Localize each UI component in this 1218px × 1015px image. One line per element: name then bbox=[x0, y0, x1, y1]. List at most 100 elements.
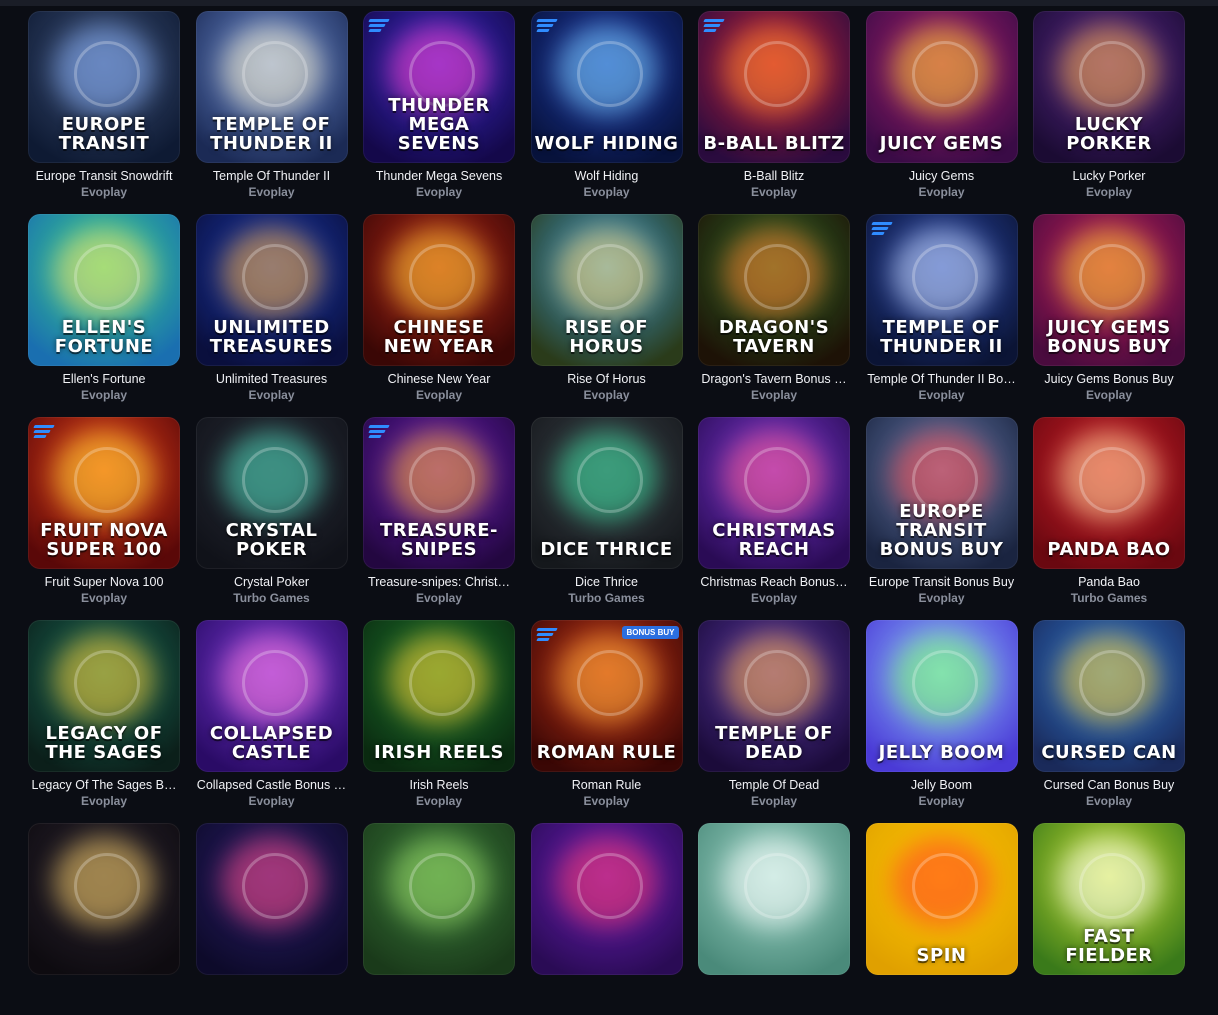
game-thumbnail[interactable]: JUICY GEMS BONUS BUY bbox=[1033, 214, 1185, 366]
game-thumbnail[interactable]: RISE OF HORUS bbox=[530, 214, 683, 366]
game-thumbnail[interactable]: DRAGON'S TAVERN bbox=[698, 214, 850, 366]
game-title[interactable]: Dice Thrice bbox=[531, 575, 683, 590]
game-thumbnail[interactable]: LEGACY OF THE SAGES bbox=[28, 620, 180, 772]
game-card[interactable]: DICE THRICE Dice Thrice Turbo Games bbox=[530, 417, 683, 609]
game-title[interactable]: Temple Of Dead bbox=[698, 778, 850, 793]
game-card[interactable]: FRUIT NOVA SUPER 100 Fruit Super Nova 100… bbox=[28, 417, 180, 609]
game-thumbnail[interactable]: CURSED CAN bbox=[1033, 620, 1185, 772]
game-card[interactable]: CRYSTAL POKER Crystal Poker Turbo Games bbox=[195, 417, 348, 609]
game-thumbnail[interactable]: TREASURE-SNIPES bbox=[363, 417, 515, 569]
game-title[interactable]: Legacy Of The Sages B… bbox=[28, 778, 180, 793]
game-card[interactable]: EUROPE TRANSIT BONUS BUY Europe Transit B… bbox=[865, 417, 1018, 609]
game-thumbnail[interactable]: CRYSTAL POKER bbox=[195, 417, 348, 569]
game-thumbnail[interactable]: JUICY GEMS bbox=[865, 11, 1018, 163]
game-title[interactable]: Panda Bao bbox=[1033, 575, 1185, 590]
game-title[interactable]: Treasure-snipes: Christ… bbox=[363, 575, 515, 590]
game-provider: Evoplay bbox=[80, 388, 128, 402]
game-thumbnail[interactable]: TEMPLE OF THUNDER II bbox=[865, 214, 1018, 366]
game-thumbnail[interactable]: IRISH REELS bbox=[363, 620, 515, 772]
game-title[interactable]: Chinese New Year bbox=[363, 372, 515, 387]
game-card[interactable] bbox=[28, 823, 180, 1015]
game-title[interactable]: Rise Of Horus bbox=[531, 372, 683, 387]
game-title[interactable]: Europe Transit Bonus Buy bbox=[866, 575, 1018, 590]
game-card[interactable]: CHINESE NEW YEAR Chinese New Year Evoplay bbox=[363, 214, 515, 406]
game-thumbnail[interactable]: COLLAPSED CASTLE bbox=[195, 620, 348, 772]
game-thumbnail[interactable]: BONUS BUY ROMAN RULE bbox=[530, 620, 683, 772]
game-title[interactable]: B-Ball Blitz bbox=[698, 169, 850, 184]
game-title[interactable]: Christmas Reach Bonus… bbox=[698, 575, 850, 590]
game-card[interactable]: TREASURE-SNIPES Treasure-snipes: Christ… E… bbox=[363, 417, 515, 609]
game-thumbnail[interactable]: B-BALL BLITZ bbox=[698, 11, 850, 163]
game-thumbnail[interactable] bbox=[28, 823, 180, 975]
game-card[interactable]: IRISH REELS Irish Reels Evoplay bbox=[363, 620, 515, 812]
game-title[interactable]: Ellen's Fortune bbox=[28, 372, 180, 387]
game-card[interactable] bbox=[698, 823, 850, 1015]
game-card[interactable]: LEGACY OF THE SAGES Legacy Of The Sages B… bbox=[28, 620, 180, 812]
game-card[interactable]: CURSED CAN Cursed Can Bonus Buy Evoplay bbox=[1033, 620, 1185, 812]
game-card[interactable]: UNLIMITED TREASURES Unlimited Treasures Ev… bbox=[195, 214, 348, 406]
game-card[interactable]: FAST FIELDER bbox=[1033, 823, 1185, 1015]
game-title[interactable]: Jelly Boom bbox=[866, 778, 1018, 793]
game-card[interactable]: JELLY BOOM Jelly Boom Evoplay bbox=[865, 620, 1018, 812]
game-title[interactable]: Crystal Poker bbox=[196, 575, 348, 590]
game-title[interactable]: Juicy Gems bbox=[866, 169, 1018, 184]
game-thumbnail[interactable]: FAST FIELDER bbox=[1033, 823, 1185, 975]
game-card[interactable]: TEMPLE OF THUNDER II Temple Of Thunder II… bbox=[195, 11, 348, 203]
game-thumbnail[interactable]: UNLIMITED TREASURES bbox=[195, 214, 348, 366]
game-card[interactable] bbox=[195, 823, 348, 1015]
game-thumbnail[interactable] bbox=[363, 823, 515, 975]
game-card[interactable]: RISE OF HORUS Rise Of Horus Evoplay bbox=[530, 214, 683, 406]
game-card[interactable]: EUROPE TRANSIT Europe Transit Snowdrift Ev… bbox=[28, 11, 180, 203]
game-card[interactable]: ELLEN'S FORTUNE Ellen's Fortune Evoplay bbox=[28, 214, 180, 406]
game-card[interactable]: JUICY GEMS BONUS BUY Juicy Gems Bonus Buy… bbox=[1033, 214, 1185, 406]
game-thumbnail[interactable]: THUNDER MEGA SEVENS bbox=[363, 11, 515, 163]
game-thumbnail[interactable]: FRUIT NOVA SUPER 100 bbox=[28, 417, 180, 569]
game-card[interactable]: CHRISTMAS REACH Christmas Reach Bonus… Evo… bbox=[698, 417, 850, 609]
game-card[interactable] bbox=[530, 823, 683, 1015]
artwork-emblem bbox=[1079, 41, 1145, 107]
game-card[interactable]: JUICY GEMS Juicy Gems Evoplay bbox=[865, 11, 1018, 203]
game-thumbnail[interactable] bbox=[530, 823, 683, 975]
game-thumbnail[interactable] bbox=[698, 823, 850, 975]
game-thumbnail[interactable]: TEMPLE OF DEAD bbox=[698, 620, 850, 772]
game-thumbnail[interactable]: LUCKY PORKER bbox=[1033, 11, 1185, 163]
game-title[interactable]: Unlimited Treasures bbox=[196, 372, 348, 387]
game-title[interactable]: Roman Rule bbox=[531, 778, 683, 793]
game-title[interactable]: Cursed Can Bonus Buy bbox=[1033, 778, 1185, 793]
game-title[interactable]: Dragon's Tavern Bonus … bbox=[698, 372, 850, 387]
game-title[interactable]: Collapsed Castle Bonus … bbox=[196, 778, 348, 793]
game-title[interactable]: Temple Of Thunder II bbox=[196, 169, 348, 184]
game-card[interactable] bbox=[363, 823, 515, 1015]
game-thumbnail[interactable]: CHRISTMAS REACH bbox=[698, 417, 850, 569]
game-title[interactable]: Irish Reels bbox=[363, 778, 515, 793]
game-title[interactable]: Wolf Hiding bbox=[531, 169, 683, 184]
game-title[interactable]: Temple Of Thunder II Bo… bbox=[866, 372, 1018, 387]
game-card[interactable]: DRAGON'S TAVERN Dragon's Tavern Bonus … Ev… bbox=[698, 214, 850, 406]
game-thumbnail[interactable]: DICE THRICE bbox=[530, 417, 683, 569]
game-card[interactable]: THUNDER MEGA SEVENS Thunder Mega Sevens Ev… bbox=[363, 11, 515, 203]
game-card[interactable]: PANDA BAO Panda Bao Turbo Games bbox=[1033, 417, 1185, 609]
game-title[interactable]: Fruit Super Nova 100 bbox=[28, 575, 180, 590]
game-title[interactable]: Lucky Porker bbox=[1033, 169, 1185, 184]
game-thumbnail[interactable]: EUROPE TRANSIT bbox=[28, 11, 180, 163]
game-card[interactable]: WOLF HIDING Wolf Hiding Evoplay bbox=[530, 11, 683, 203]
game-title[interactable]: Europe Transit Snowdrift bbox=[28, 169, 180, 184]
game-card[interactable]: LUCKY PORKER Lucky Porker Evoplay bbox=[1033, 11, 1185, 203]
game-thumbnail[interactable]: JELLY BOOM bbox=[865, 620, 1018, 772]
game-thumbnail[interactable]: EUROPE TRANSIT BONUS BUY bbox=[865, 417, 1018, 569]
game-card[interactable]: BONUS BUY ROMAN RULE Roman Rule Evoplay bbox=[530, 620, 683, 812]
game-thumbnail[interactable]: SPIN bbox=[865, 823, 1018, 975]
game-thumbnail[interactable]: ELLEN'S FORTUNE bbox=[28, 214, 180, 366]
game-title[interactable]: Thunder Mega Sevens bbox=[363, 169, 515, 184]
game-thumbnail[interactable]: PANDA BAO bbox=[1033, 417, 1185, 569]
game-title[interactable]: Juicy Gems Bonus Buy bbox=[1033, 372, 1185, 387]
game-card[interactable]: B-BALL BLITZ B-Ball Blitz Evoplay bbox=[698, 11, 850, 203]
game-card[interactable]: SPIN bbox=[865, 823, 1018, 1015]
game-card[interactable]: COLLAPSED CASTLE Collapsed Castle Bonus …… bbox=[195, 620, 348, 812]
game-card[interactable]: TEMPLE OF THUNDER II Temple Of Thunder II… bbox=[865, 214, 1018, 406]
game-card[interactable]: TEMPLE OF DEAD Temple Of Dead Evoplay bbox=[698, 620, 850, 812]
game-thumbnail[interactable]: WOLF HIDING bbox=[530, 11, 683, 163]
game-thumbnail[interactable]: CHINESE NEW YEAR bbox=[363, 214, 515, 366]
game-thumbnail[interactable] bbox=[195, 823, 348, 975]
game-thumbnail[interactable]: TEMPLE OF THUNDER II bbox=[195, 11, 348, 163]
